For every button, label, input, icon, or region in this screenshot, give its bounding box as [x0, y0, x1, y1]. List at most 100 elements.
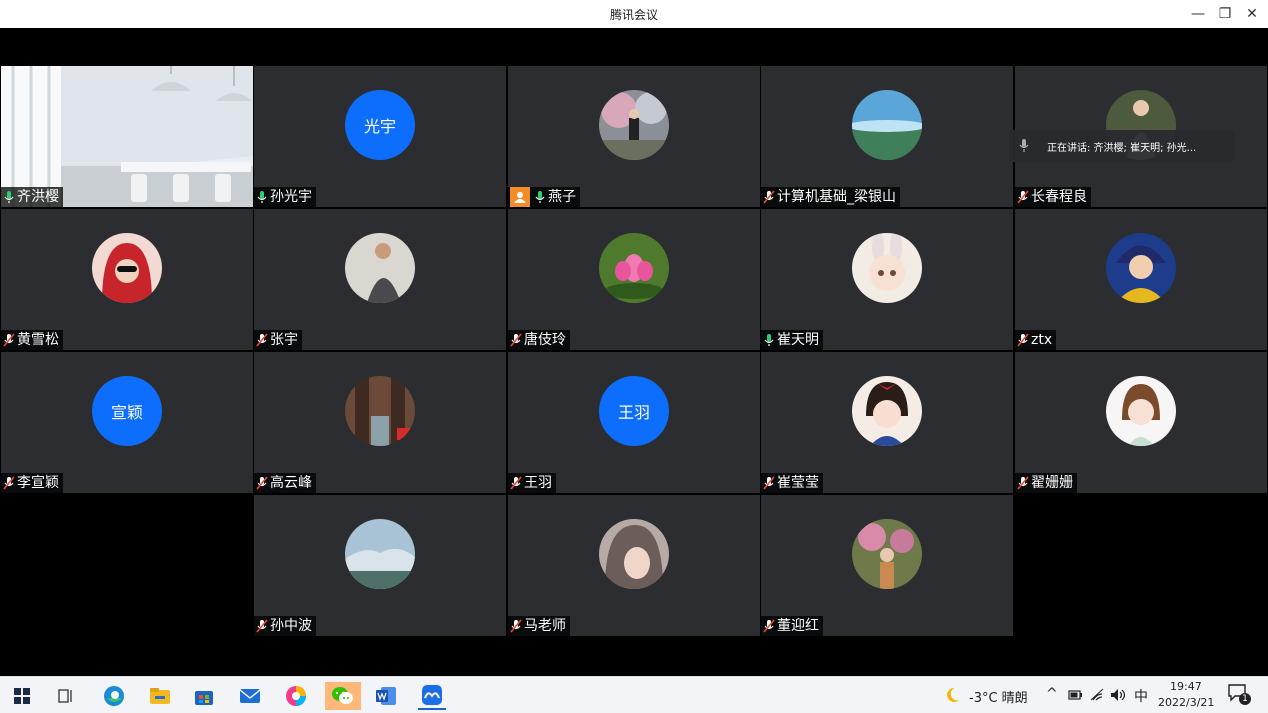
- store-button[interactable]: [190, 682, 218, 710]
- mic-on-icon: [257, 191, 267, 203]
- ime-indicator[interactable]: 中: [1134, 686, 1148, 706]
- participant-tile[interactable]: 高云峰: [254, 352, 506, 493]
- participant-name-chip: 崔莹莹: [761, 473, 823, 493]
- mic-on-icon: [535, 191, 545, 203]
- participant-name: 高云峰: [270, 475, 312, 491]
- participant-name-chip: 黄雪松: [1, 330, 63, 350]
- speaking-text: 正在讲话: 齐洪樱; 崔天明; 孙光...: [1047, 142, 1197, 154]
- participant-name: 翟姗姗: [1031, 475, 1073, 491]
- participant-tile[interactable]: 计算机基础_梁银山: [761, 66, 1013, 207]
- store-icon: [195, 691, 213, 705]
- clock-time[interactable]: 19:47: [1170, 680, 1202, 693]
- participant-name-chip: 马老师: [508, 616, 570, 636]
- participant-name: 王羽: [524, 475, 552, 491]
- window-title: 腾讯会议: [609, 8, 658, 22]
- participant-tile[interactable]: 崔天明: [761, 209, 1013, 350]
- colorful-browser-icon: [286, 686, 306, 706]
- wifi-icon[interactable]: [1090, 688, 1104, 702]
- participant-name-chip: 王羽: [508, 473, 556, 493]
- participant-tile[interactable]: 崔莹莹: [761, 352, 1013, 493]
- participant-tile[interactable]: 董迎红: [761, 495, 1013, 636]
- notification-badge: 1: [1239, 693, 1251, 705]
- mic-muted-icon: [256, 476, 268, 490]
- edge-icon: [104, 686, 124, 706]
- mic-muted-icon: [510, 619, 522, 633]
- avatar: [852, 233, 922, 303]
- browser-button[interactable]: [282, 682, 310, 710]
- clock-date[interactable]: 2022/3/21: [1158, 696, 1214, 709]
- participant-name-chip: 长春程良: [1015, 187, 1091, 207]
- avatar: [1106, 376, 1176, 446]
- task-view-icon: [58, 689, 72, 703]
- participant-name: 长春程良: [1031, 189, 1087, 205]
- folder-icon: [150, 688, 170, 704]
- taskbar: -3°C 晴朗 ^ 中 19:47 2022/3/21 1: [0, 676, 1268, 713]
- participant-tile[interactable]: 马老师: [508, 495, 760, 636]
- mic-on-icon: [764, 334, 774, 346]
- participant-tile[interactable]: ztx: [1015, 209, 1267, 350]
- mic-muted-icon: [1017, 190, 1029, 204]
- participant-name: 黄雪松: [17, 332, 59, 348]
- mic-icon: [1019, 139, 1029, 152]
- participant-name: 崔天明: [777, 332, 819, 348]
- participant-tile[interactable]: 齐洪樱: [1, 66, 253, 207]
- mic-muted-icon: [510, 476, 522, 490]
- battery-icon[interactable]: [1068, 689, 1082, 701]
- mic-muted-icon: [510, 333, 522, 347]
- mail-icon: [239, 689, 261, 703]
- windows-icon: [14, 688, 30, 704]
- mic-muted-icon: [763, 476, 775, 490]
- edge-button[interactable]: [100, 682, 128, 710]
- avatar: [852, 90, 922, 160]
- restore-button[interactable]: ❐: [1215, 4, 1235, 24]
- participant-name: 齐洪樱: [17, 189, 59, 205]
- wechat-button[interactable]: [325, 682, 361, 710]
- participant-name: 唐伎玲: [524, 332, 566, 348]
- notification-center-button[interactable]: 1: [1228, 684, 1252, 708]
- weather-text[interactable]: -3°C 晴朗: [969, 687, 1028, 706]
- participant-name-chip: 孙中波: [254, 616, 316, 636]
- participant-name-chip: 翟姗姗: [1015, 473, 1077, 493]
- participant-tile[interactable]: 黄雪松: [1, 209, 253, 350]
- avatar: 光宇: [345, 90, 415, 160]
- participant-tile[interactable]: 燕子: [508, 66, 760, 207]
- avatar: [345, 376, 415, 446]
- speaking-indicator: 正在讲话: 齐洪樱; 崔天明; 孙光...: [1009, 130, 1235, 162]
- participant-tile[interactable]: 宣颖 李宣颖: [1, 352, 253, 493]
- avatar: 宣颖: [92, 376, 162, 446]
- close-button[interactable]: ✕: [1242, 4, 1262, 24]
- avatar: 王羽: [599, 376, 669, 446]
- participant-tile[interactable]: 光宇 孙光宇: [254, 66, 506, 207]
- avatar: [852, 519, 922, 589]
- title-bar: 腾讯会议 — ❐ ✕: [0, 0, 1268, 28]
- participant-name-chip: 高云峰: [254, 473, 316, 493]
- participant-name-chip: 燕子: [508, 187, 580, 207]
- participant-tile[interactable]: 孙中波: [254, 495, 506, 636]
- mail-button[interactable]: [236, 682, 264, 710]
- task-view-button[interactable]: [52, 682, 80, 710]
- participant-tile[interactable]: 唐伎玲: [508, 209, 760, 350]
- host-icon: [510, 187, 530, 207]
- avatar: [1106, 233, 1176, 303]
- participant-name: 李宣颖: [17, 475, 59, 491]
- file-explorer-button[interactable]: [146, 682, 174, 710]
- participant-name-chip: 齐洪樱: [1, 187, 63, 207]
- wechat-icon: [332, 687, 353, 704]
- tencent-meeting-button[interactable]: [418, 682, 446, 710]
- participant-name-chip: 张宇: [254, 330, 302, 350]
- avatar: [599, 233, 669, 303]
- word-button[interactable]: [372, 682, 400, 710]
- participant-name-chip: 李宣颖: [1, 473, 63, 493]
- participant-tile[interactable]: 张宇: [254, 209, 506, 350]
- volume-icon[interactable]: [1110, 688, 1126, 702]
- participant-name-chip: 董迎红: [761, 616, 823, 636]
- mic-muted-icon: [763, 619, 775, 633]
- participant-name: 孙中波: [270, 618, 312, 634]
- start-button[interactable]: [8, 682, 36, 710]
- participant-name: 崔莹莹: [777, 475, 819, 491]
- minimize-button[interactable]: —: [1188, 4, 1208, 24]
- chevron-up-icon[interactable]: ^: [1046, 686, 1058, 702]
- tencent-meeting-icon: [422, 685, 442, 705]
- participant-tile[interactable]: 翟姗姗: [1015, 352, 1267, 493]
- participant-tile[interactable]: 王羽 王羽: [508, 352, 760, 493]
